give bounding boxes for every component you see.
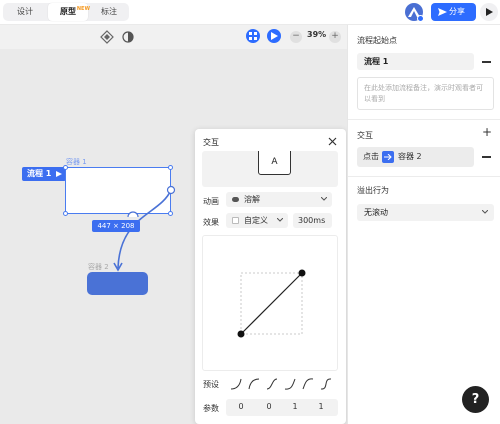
container2-label: 容器 2 — [88, 263, 109, 271]
zoom-in-label: + — [331, 31, 339, 41]
container-1[interactable] — [65, 167, 171, 214]
flow-name-value: 流程 1 — [364, 57, 389, 66]
bezier-params[interactable]: 0 0 1 1 — [226, 399, 338, 416]
animation-select[interactable]: 溶解 — [226, 192, 332, 207]
tab-design-label: 设计 — [17, 7, 33, 16]
zoom-level[interactable]: 39% — [307, 30, 326, 39]
tab-design[interactable]: 设计 — [7, 3, 43, 21]
help-button[interactable]: ? — [462, 386, 489, 413]
remove-interaction-button[interactable] — [482, 156, 491, 158]
divider — [348, 119, 500, 120]
ease-out-icon[interactable] — [248, 378, 260, 390]
duration-value: 300ms — [298, 216, 326, 225]
preview-frame: A — [258, 151, 291, 175]
popover-title: 交互 — [203, 138, 219, 147]
zoom-out-label: − — [292, 31, 300, 41]
bezier-curve-editor[interactable] — [202, 235, 338, 371]
dissolve-icon — [232, 197, 239, 202]
resize-handle-top-right[interactable] — [168, 165, 173, 170]
ease-in-out-back-icon[interactable] — [320, 378, 332, 390]
flow-note-input[interactable]: 在此处添加流程备注，演示时观看者可以看到 — [357, 77, 494, 110]
ease-in-back-icon[interactable] — [284, 378, 296, 390]
ease-in-out-icon[interactable] — [266, 378, 278, 390]
help-label: ? — [471, 392, 480, 407]
add-interaction-button[interactable]: + — [482, 125, 492, 139]
mode-switcher: 设计 原型 NEW 标注 — [3, 3, 129, 21]
resize-handle-bottom-right[interactable] — [168, 211, 173, 216]
tab-annotation[interactable]: 标注 — [91, 3, 127, 21]
tab-prototype-label: 原型 — [60, 7, 76, 16]
effect-select[interactable]: 自定义 — [226, 213, 288, 228]
overflow-title: 溢出行为 — [357, 186, 389, 195]
flow-name-input[interactable]: 流程 1 — [357, 53, 474, 70]
play-icon — [56, 171, 62, 177]
flow-tag-label: 流程 1 — [27, 169, 52, 178]
preview-play-button[interactable] — [267, 29, 281, 43]
dimension-badge: 447 × 208 — [92, 220, 140, 232]
overflow-select[interactable]: 无滚动 — [357, 204, 494, 221]
play-icon — [271, 32, 278, 40]
preview-text: A — [271, 157, 278, 167]
interaction-item[interactable]: 点击 容器 2 — [357, 147, 474, 167]
interaction-popover: 交互 A 动画 溶解 效果 自定义 300ms 预设 参数 0 0 1 1 — [195, 129, 346, 424]
preset-label: 预设 — [203, 380, 219, 389]
send-icon — [438, 8, 447, 16]
easing-icon — [232, 217, 239, 224]
chevron-down-icon — [482, 210, 488, 214]
zoom-out-button[interactable]: − — [290, 31, 302, 43]
duration-input[interactable]: 300ms — [293, 213, 332, 228]
grid-icon — [249, 32, 257, 40]
properties-panel: 流程起始点 流程 1 在此处添加流程备注，演示时观看者可以看到 交互 + 点击 … — [347, 25, 500, 424]
zoom-in-button[interactable]: + — [329, 31, 341, 43]
new-badge: NEW — [76, 6, 90, 12]
container-2[interactable] — [87, 272, 148, 295]
close-icon[interactable] — [328, 137, 337, 146]
remove-flow-button[interactable] — [482, 61, 491, 63]
param-x2[interactable]: 1 — [285, 402, 305, 411]
top-bar: 设计 原型 NEW 标注 分享 — [0, 0, 500, 25]
effect-label: 效果 — [203, 218, 219, 227]
ease-out-back-icon[interactable] — [302, 378, 314, 390]
contrast-icon[interactable] — [121, 30, 135, 44]
canvas-toolbar: − 39% + — [0, 25, 347, 49]
effect-value: 自定义 — [244, 216, 268, 225]
tab-prototype[interactable]: 原型 NEW — [48, 3, 90, 21]
component-icon[interactable] — [100, 30, 114, 44]
animation-value: 溶解 — [244, 195, 260, 204]
flow-start-tag[interactable]: 流程 1 — [22, 167, 66, 181]
status-dot — [417, 15, 424, 22]
param-label: 参数 — [203, 404, 219, 413]
param-x1[interactable]: 0 — [231, 402, 251, 411]
share-button[interactable]: 分享 — [431, 3, 476, 21]
navigate-badge — [382, 151, 394, 163]
flow-start-title: 流程起始点 — [357, 36, 397, 45]
tab-annotation-label: 标注 — [101, 7, 117, 16]
chevron-down-icon — [277, 218, 283, 222]
animation-label: 动画 — [203, 197, 219, 206]
resize-handle-top-left[interactable] — [63, 165, 68, 170]
animation-preview: A — [202, 151, 338, 187]
interaction-title: 交互 — [357, 131, 373, 140]
param-y1[interactable]: 0 — [259, 402, 279, 411]
grid-button[interactable] — [246, 29, 260, 43]
share-label: 分享 — [449, 7, 465, 16]
resize-handle-bottom-left[interactable] — [63, 211, 68, 216]
bezier-curve[interactable] — [203, 236, 337, 370]
overflow-value: 无滚动 — [364, 208, 388, 217]
container1-label: 容器 1 — [66, 158, 87, 166]
arrow-right-icon — [384, 154, 392, 160]
interaction-trigger: 点击 — [363, 152, 379, 161]
param-y2[interactable]: 1 — [311, 402, 331, 411]
divider — [348, 176, 500, 177]
ease-in-icon[interactable] — [230, 378, 242, 390]
avatar[interactable] — [405, 3, 424, 22]
play-button[interactable] — [480, 3, 498, 21]
chevron-down-icon — [321, 197, 327, 201]
play-icon — [486, 8, 493, 16]
interaction-target: 容器 2 — [398, 152, 422, 161]
